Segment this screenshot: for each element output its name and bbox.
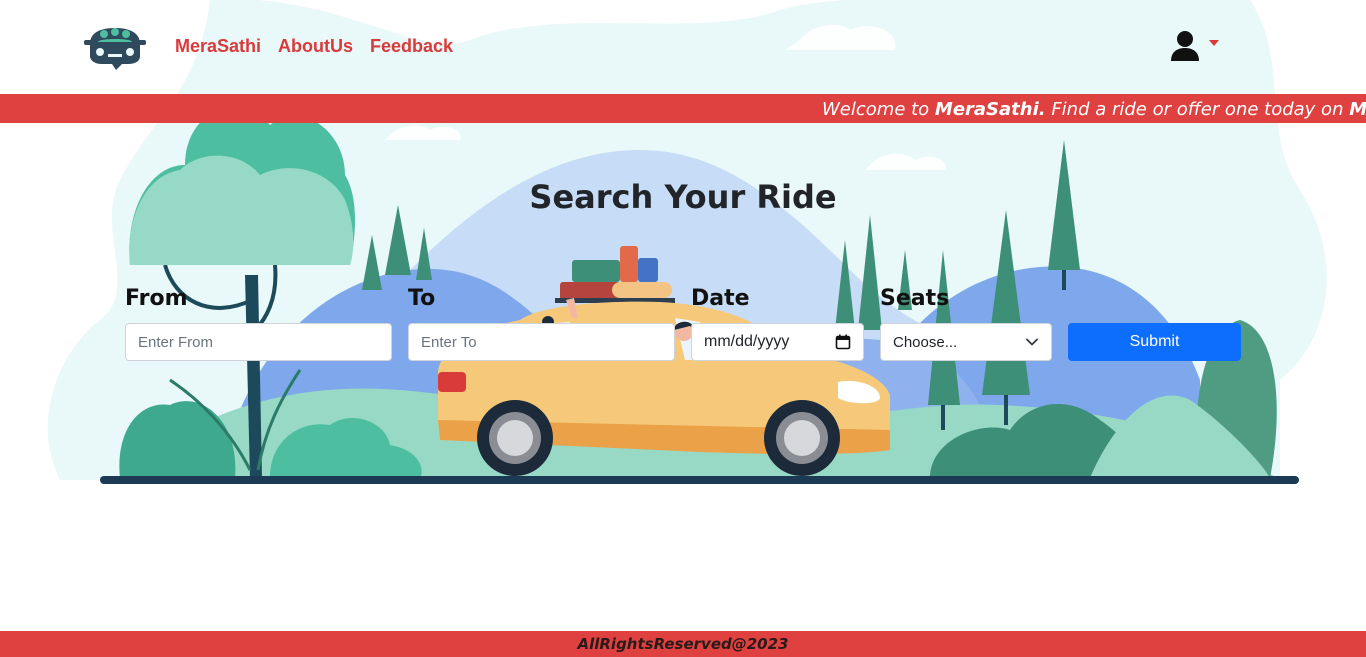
user-icon bbox=[1171, 31, 1199, 61]
seats-label: Seats bbox=[880, 286, 950, 311]
to-input[interactable] bbox=[408, 323, 675, 361]
welcome-marquee: Welcome to MeraSathi. Find a ride or off… bbox=[0, 94, 1366, 123]
from-input[interactable] bbox=[125, 323, 392, 361]
nav-link-aboutus[interactable]: AboutUs bbox=[278, 36, 353, 57]
from-label: From bbox=[125, 286, 188, 311]
date-placeholder: mm/dd/yyyy bbox=[704, 333, 790, 350]
submit-button[interactable]: Submit bbox=[1068, 323, 1241, 361]
to-label: To bbox=[408, 286, 436, 311]
footer-copyright: AllRightsReserved@2023 bbox=[577, 635, 789, 653]
marquee-text: Welcome to MeraSathi. Find a ride or off… bbox=[822, 99, 1366, 120]
caret-down-icon bbox=[1209, 40, 1219, 46]
navbar: MeraSathi AboutUs Feedback bbox=[0, 0, 1366, 94]
seats-selected-value: Choose... bbox=[893, 333, 958, 351]
seats-select[interactable]: Choose... bbox=[880, 323, 1052, 361]
date-label: Date bbox=[691, 286, 750, 311]
chevron-down-icon bbox=[1026, 338, 1038, 346]
car-logo-icon[interactable] bbox=[84, 22, 146, 70]
nav-links: MeraSathi AboutUs Feedback bbox=[175, 36, 453, 57]
calendar-icon[interactable] bbox=[835, 334, 851, 350]
nav-link-merasathi[interactable]: MeraSathi bbox=[175, 36, 261, 57]
nav-link-feedback[interactable]: Feedback bbox=[370, 36, 453, 57]
date-input[interactable]: mm/dd/yyyy bbox=[691, 323, 864, 361]
footer: AllRightsReserved@2023 bbox=[0, 631, 1366, 657]
user-menu-dropdown[interactable] bbox=[1170, 28, 1222, 64]
page-title: Search Your Ride bbox=[529, 178, 837, 216]
